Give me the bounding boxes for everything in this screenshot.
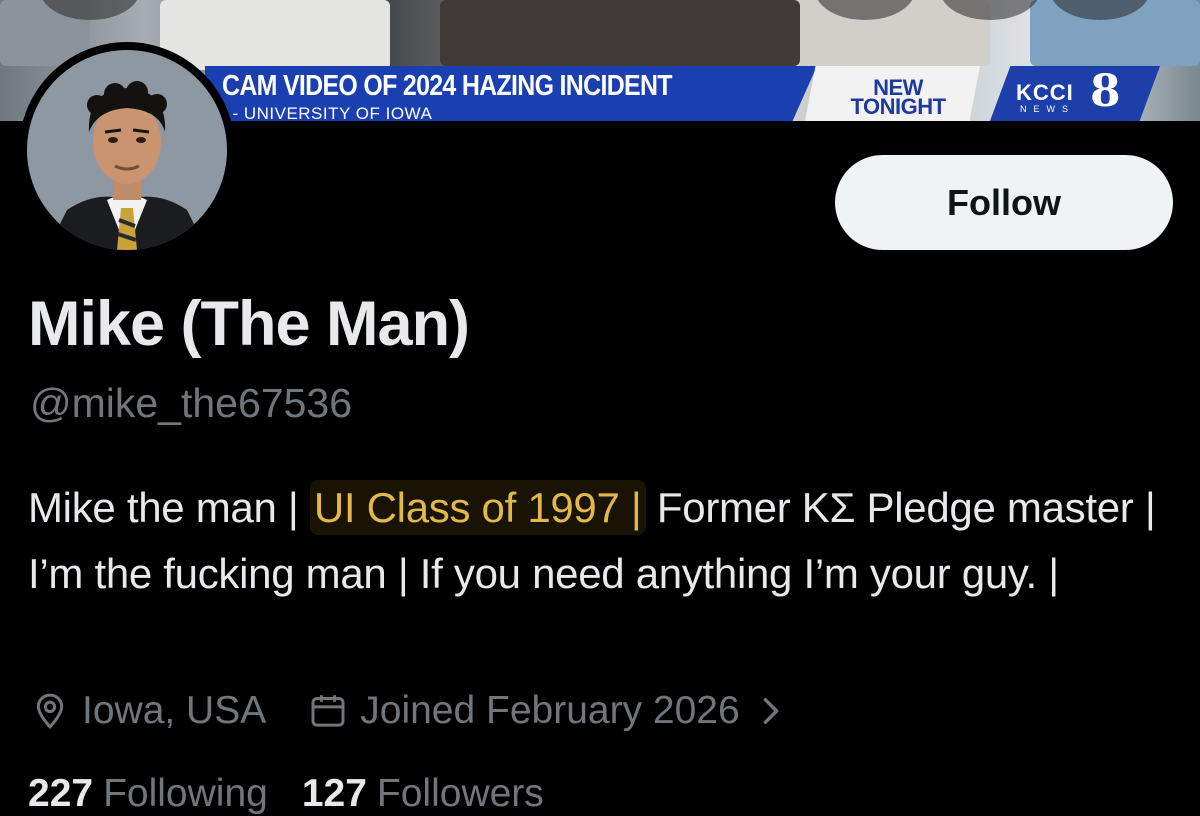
joined-text: Joined February 2026 <box>360 689 740 732</box>
profile-bio: Mike the man | UI Class of 1997 | Former… <box>28 475 1178 607</box>
badge-line-2: TONIGHT <box>850 94 946 119</box>
display-name: Mike (The Man) <box>28 289 470 359</box>
following-stat[interactable]: 227 Following <box>28 772 268 816</box>
news-ticker-subline: I - UNIVERSITY OF IOWA <box>222 104 433 121</box>
avatar-photo <box>27 50 227 250</box>
joined-item[interactable]: Joined February 2026 <box>308 689 795 733</box>
station-name: KCCI <box>1016 80 1074 105</box>
location-pin-icon <box>36 693 64 730</box>
follow-button[interactable]: Follow <box>835 155 1173 250</box>
user-handle: @mike_the67536 <box>30 380 352 426</box>
calendar-icon <box>311 695 345 727</box>
location-item: Iowa, USA <box>30 689 266 733</box>
new-tonight-text: NEW TONIGHT <box>828 77 968 119</box>
news-ticker-headline: CAM VIDEO OF 2024 HAZING INCIDENT <box>222 70 673 102</box>
follow-stats-row: 227 Following 127 Followers <box>28 772 578 816</box>
avatar[interactable] <box>19 42 235 258</box>
location-text: Iowa, USA <box>82 689 267 732</box>
bio-text-start: Mike the man | <box>28 484 310 531</box>
station-number: 8 <box>1090 66 1121 117</box>
banner-photo-figure <box>440 0 800 66</box>
chevron-right-icon[interactable] <box>758 694 784 728</box>
station-sub: NEWS <box>1020 104 1075 114</box>
profile-meta-row: Iowa, USA Joined February 2026 <box>30 686 796 736</box>
bio-highlight: UI Class of 1997 | <box>309 480 646 535</box>
followers-stat[interactable]: 127 Followers <box>302 772 544 816</box>
